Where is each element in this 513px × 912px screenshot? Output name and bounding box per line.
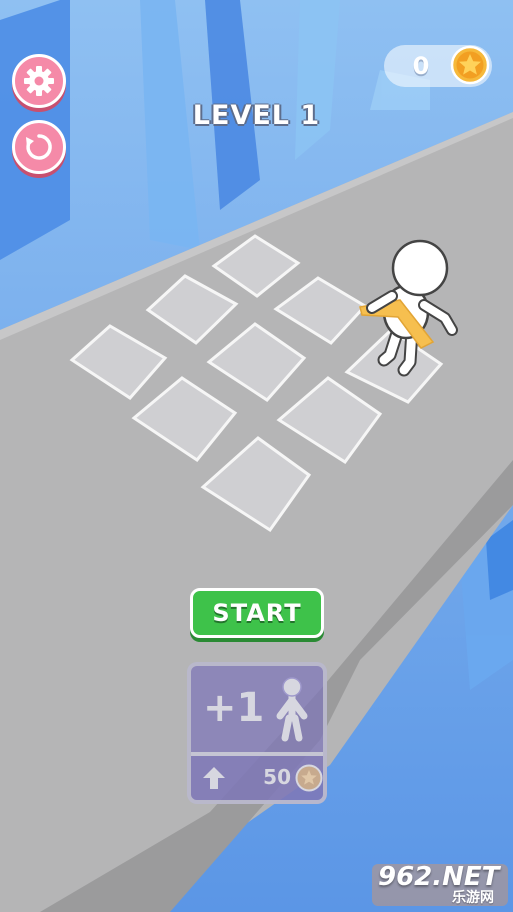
star-coin-icon <box>295 764 323 792</box>
start-label: START <box>212 599 302 627</box>
add-unit-upgrade-card[interactable]: +1 50 <box>187 662 327 804</box>
start-button[interactable]: START <box>190 588 324 638</box>
restart-button[interactable] <box>12 120 66 174</box>
upgrade-cost: 50 <box>263 765 291 789</box>
gear-icon <box>24 66 54 96</box>
star-coin-icon <box>450 45 490 85</box>
upgrade-title: +1 <box>203 685 265 731</box>
settings-button[interactable] <box>12 54 66 108</box>
restart-icon <box>26 134 52 160</box>
watermark-text: 962.NET <box>378 862 500 892</box>
coin-count: 0 <box>412 52 430 80</box>
stickman-icon <box>276 677 308 742</box>
arrow-up-icon <box>203 767 225 789</box>
level-title: LEVEL 1 <box>192 100 321 131</box>
watermark-subtext: 乐游网 <box>452 890 494 906</box>
